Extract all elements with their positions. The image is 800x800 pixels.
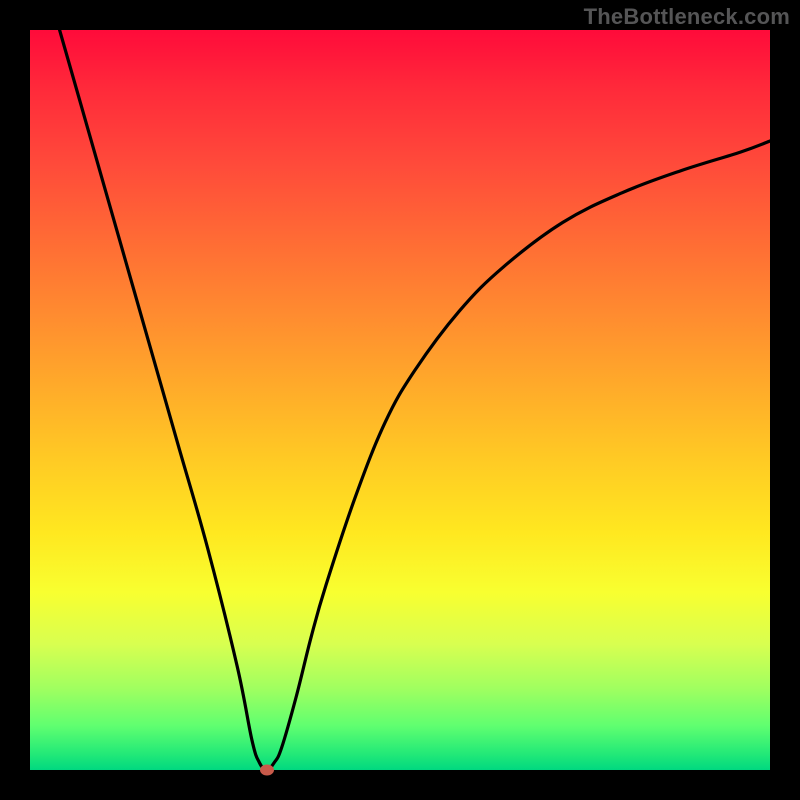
minimum-marker-icon — [260, 765, 274, 776]
bottleneck-curve — [60, 30, 770, 770]
chart-frame: TheBottleneck.com — [0, 0, 800, 800]
watermark-text: TheBottleneck.com — [584, 4, 790, 30]
curve-svg — [30, 30, 770, 770]
plot-area — [30, 30, 770, 770]
